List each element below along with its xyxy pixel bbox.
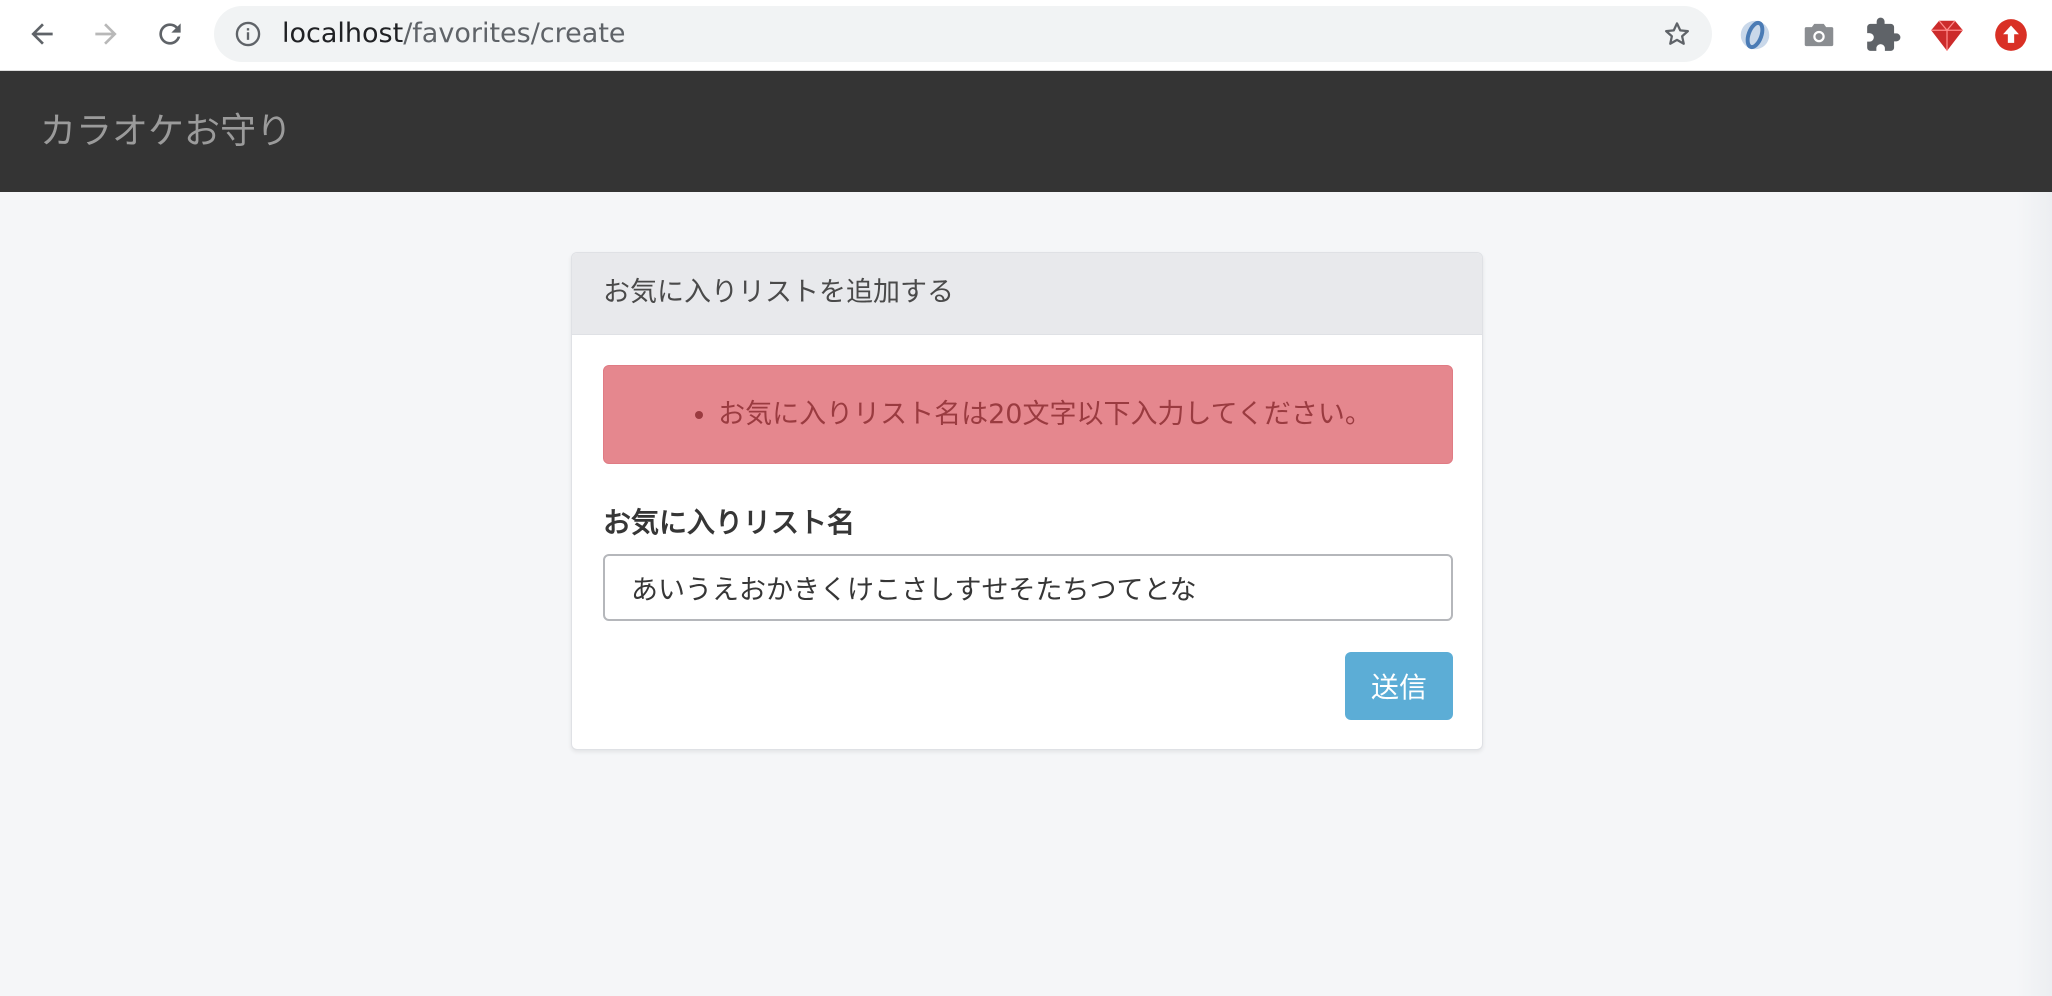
url-text[interactable]: localhost/favorites/create bbox=[282, 6, 626, 62]
star-icon[interactable] bbox=[1662, 19, 1692, 49]
reload-button[interactable] bbox=[146, 10, 194, 58]
back-button[interactable] bbox=[18, 10, 66, 58]
extension-blue-ring[interactable] bbox=[1734, 14, 1776, 56]
browser-toolbar: localhost/favorites/create bbox=[0, 0, 2052, 71]
submit-button[interactable]: 送信 bbox=[1345, 652, 1453, 720]
error-list: お気に入りリスト名は20文字以下入力してください。 bbox=[684, 397, 1372, 433]
error-message: お気に入りリスト名は20文字以下入力してください。 bbox=[718, 397, 1372, 433]
list-name-label: お気に入りリスト名 bbox=[603, 506, 856, 539]
blue-ring-extension-icon bbox=[1740, 20, 1770, 50]
extension-puzzle[interactable] bbox=[1862, 14, 1904, 56]
puzzle-extension-icon bbox=[1867, 17, 1901, 51]
brand-link[interactable]: カラオケお守り bbox=[40, 71, 292, 192]
list-name-input[interactable] bbox=[603, 554, 1453, 621]
reload-icon bbox=[159, 23, 181, 45]
extension-ruby[interactable] bbox=[1926, 14, 1968, 56]
forward-arrow-icon bbox=[95, 23, 117, 45]
address-bar[interactable]: localhost/favorites/create bbox=[214, 6, 1712, 62]
page-scroll-edge bbox=[2016, 192, 2052, 996]
error-alert: お気に入りリスト名は20文字以下入力してください。 bbox=[603, 365, 1453, 464]
forward-button[interactable] bbox=[82, 10, 130, 58]
url-path: /favorites/create bbox=[403, 18, 626, 49]
camera-extension-icon bbox=[1804, 23, 1834, 47]
card-title: お気に入りリストを追加する bbox=[572, 253, 1482, 335]
red-upload-extension-icon bbox=[1995, 19, 2027, 51]
back-arrow-icon bbox=[31, 23, 53, 45]
extension-camera[interactable] bbox=[1798, 14, 1840, 56]
ruby-extension-icon bbox=[1931, 20, 1963, 51]
info-icon[interactable] bbox=[234, 20, 262, 48]
favorite-create-card: お気に入りリストを追加する お気に入りリスト名は20文字以下入力してください。 … bbox=[571, 252, 1483, 750]
app-navbar: カラオケお守り bbox=[0, 71, 2052, 192]
url-host: localhost bbox=[282, 18, 404, 49]
extension-red-upload[interactable] bbox=[1990, 14, 2032, 56]
